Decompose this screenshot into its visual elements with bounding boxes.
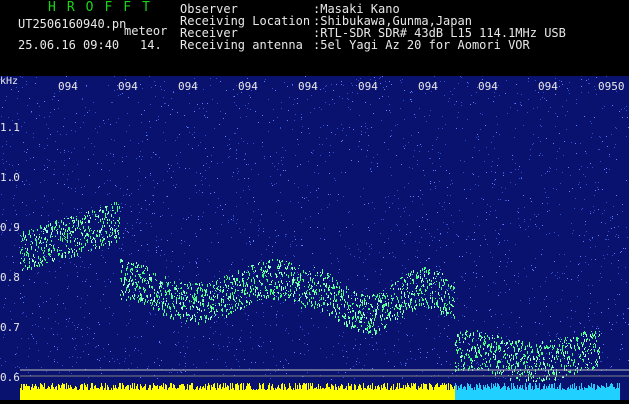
x-tick-label: 094 (118, 80, 138, 93)
info-row-antenna: Receiving antenna :5el Yagi Az 20 for Aom… (180, 39, 566, 51)
spectrogram-plot: kHz 1.1 1.0 0.9 0.8 0.7 0.6 094 094 094 094 094 09… (0, 76, 629, 400)
meteor-tag: meteor (124, 24, 168, 38)
spectrogram-svg: kHz 1.1 1.0 0.9 0.8 0.7 0.6 094 094 094 094 094 09… (0, 76, 629, 400)
y-tick-label: 0.6 (0, 371, 20, 384)
date-time: 25.06.16 09:40 (18, 38, 120, 52)
y-tick-label: 0.9 (0, 221, 20, 234)
x-tick-label: 094 (238, 80, 258, 93)
x-tick-label: 094 (418, 80, 438, 93)
x-tick-label: 094 (538, 80, 558, 93)
info-key: Receiving antenna (180, 38, 303, 52)
counter: 14. (140, 38, 162, 52)
file-name: UT2506160940.pn (18, 17, 127, 31)
x-tick-label: 094 (298, 80, 318, 93)
y-tick-label: 1.1 (0, 121, 20, 134)
x-tick-label: 094 (358, 80, 378, 93)
x-tick-label: 094 (178, 80, 198, 93)
station-info: Observer:Masaki Kano Receiving Location:… (180, 3, 566, 51)
y-tick-label: 1.0 (0, 171, 20, 184)
x-tick-label: 0950 (598, 80, 625, 93)
y-tick-label: 0.7 (0, 321, 20, 334)
header-panel: HROFFT UT2506160940.pn meteor 25.06.16 0… (0, 0, 629, 76)
x-tick-label: 094 (58, 80, 78, 93)
x-tick-label: 094 (478, 80, 498, 93)
y-unit-label: kHz (0, 76, 18, 87)
info-value: :5el Yagi Az 20 for Aomori VOR (313, 38, 530, 52)
hrofft-logo: HROFFT (48, 0, 161, 15)
y-tick-label: 0.8 (0, 271, 20, 284)
